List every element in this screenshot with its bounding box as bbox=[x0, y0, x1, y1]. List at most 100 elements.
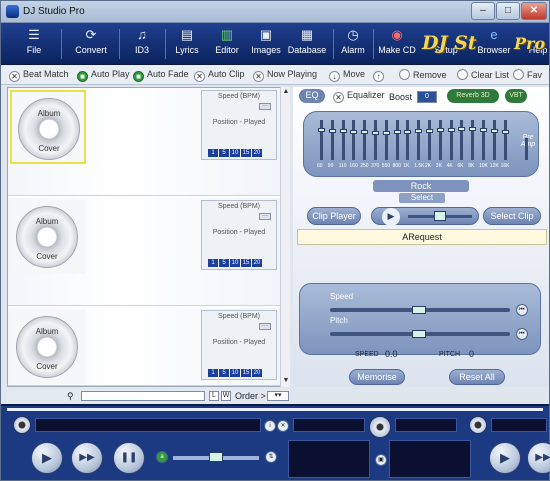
eq-band-slider[interactable] bbox=[320, 120, 323, 160]
search-icon[interactable]: ⚲ bbox=[67, 391, 74, 402]
step-button[interactable]: 1 bbox=[208, 259, 218, 267]
maximize-button[interactable]: □ bbox=[496, 2, 520, 20]
deck-scrollbar[interactable]: ▲ ▼ bbox=[280, 87, 290, 387]
clip-play-icon[interactable]: ▶ bbox=[382, 208, 400, 226]
step-button[interactable]: 10 bbox=[230, 259, 240, 267]
deck-b-play-button[interactable]: ▶ bbox=[489, 442, 521, 474]
minimize-button[interactable]: – bbox=[471, 2, 495, 20]
step-button[interactable]: 20 bbox=[252, 369, 262, 377]
step-button[interactable]: 5 bbox=[219, 369, 229, 377]
eq-band-slider[interactable] bbox=[374, 120, 377, 160]
toolbar-database[interactable]: ▦ Database bbox=[287, 25, 327, 63]
eq-band-knob[interactable] bbox=[501, 130, 509, 134]
eq-band-knob[interactable] bbox=[469, 127, 477, 131]
eq-band-slider[interactable] bbox=[384, 120, 388, 160]
toolbar-editor[interactable]: ▥ Editor bbox=[211, 25, 243, 63]
eq-band-knob[interactable] bbox=[490, 129, 498, 133]
eq-band-knob[interactable] bbox=[480, 128, 487, 132]
position-track[interactable] bbox=[7, 408, 543, 411]
deck-a-sync-icon[interactable]: ⇅ bbox=[265, 451, 277, 463]
step-button[interactable]: 15 bbox=[241, 259, 251, 267]
toolbar-alarm[interactable]: ◷ Alarm bbox=[339, 25, 367, 63]
fav-button[interactable]: Fav bbox=[513, 69, 542, 81]
remove-button[interactable]: Remove bbox=[399, 69, 447, 81]
eq-band-slider[interactable] bbox=[417, 120, 421, 160]
deck-row[interactable]: Album Cover Speed (BPM) ··· Position - Pl… bbox=[8, 198, 289, 306]
eq-band-knob[interactable] bbox=[404, 130, 412, 134]
eq-band-knob[interactable] bbox=[339, 129, 347, 133]
pitch-knob[interactable] bbox=[412, 330, 426, 338]
speed-knob[interactable] bbox=[412, 306, 426, 314]
speed-reset-icon[interactable]: ⏮ bbox=[516, 304, 528, 316]
step-button[interactable]: 15 bbox=[241, 149, 251, 157]
deck-b-forward-button[interactable]: ▶▶ bbox=[527, 442, 550, 474]
pitch-reset-icon[interactable]: ⏮ bbox=[516, 328, 528, 340]
eq-band-knob[interactable] bbox=[415, 129, 423, 133]
request-field[interactable]: ARequest bbox=[297, 229, 547, 245]
eq-band-slider[interactable] bbox=[503, 120, 507, 160]
eq-band-knob[interactable] bbox=[372, 131, 379, 135]
eq-band-slider[interactable] bbox=[330, 120, 334, 160]
eq-band-slider[interactable] bbox=[363, 120, 367, 160]
eq-band-knob[interactable] bbox=[328, 129, 336, 133]
w-button[interactable]: W bbox=[221, 391, 231, 401]
auto-clip-option[interactable]: ✕ Auto Clip bbox=[194, 69, 245, 82]
close-button[interactable]: ✕ bbox=[521, 2, 547, 20]
preset-select-button[interactable]: Select bbox=[399, 193, 445, 203]
vbt-button[interactable]: VBT bbox=[505, 89, 527, 103]
eq-band-knob[interactable] bbox=[382, 131, 390, 135]
deck-a-close-icon[interactable]: ✕ bbox=[277, 420, 289, 432]
move-button[interactable]: ↓ Move bbox=[329, 69, 365, 82]
step-button[interactable]: 10 bbox=[230, 369, 240, 377]
crossfade-button[interactable]: ▣ bbox=[375, 454, 387, 466]
preamp-slider[interactable] bbox=[525, 138, 528, 160]
step-button[interactable]: 1 bbox=[208, 149, 218, 157]
reset-all-button[interactable]: Reset All bbox=[449, 369, 505, 385]
step-button[interactable]: 10 bbox=[230, 149, 240, 157]
deck-a-disc-icon[interactable] bbox=[13, 416, 31, 434]
l-button[interactable]: L bbox=[209, 391, 219, 401]
order-label[interactable]: Order > bbox=[235, 391, 266, 401]
toolbar-lyrics[interactable]: ▤ Lyrics bbox=[171, 25, 203, 63]
toolbar-convert[interactable]: ⟳ Convert bbox=[69, 25, 113, 63]
toolbar-browser[interactable]: e Browser bbox=[477, 25, 511, 63]
eq-band-slider[interactable] bbox=[460, 120, 464, 160]
eq-band-slider[interactable] bbox=[341, 120, 345, 160]
eq-band-slider[interactable] bbox=[352, 120, 356, 160]
eq-band-knob[interactable] bbox=[458, 127, 466, 131]
clip-slider-knob[interactable] bbox=[434, 211, 446, 221]
step-button[interactable]: 5 bbox=[219, 149, 229, 157]
now-playing-option[interactable]: ✕ Now Playing bbox=[253, 69, 317, 82]
album-cover[interactable]: Album Cover bbox=[10, 310, 86, 384]
eq-band-slider[interactable] bbox=[471, 120, 475, 160]
equalizer-toggle[interactable]: ✕ Equalizer bbox=[333, 90, 385, 103]
auto-fade-option[interactable]: ■ Auto Fade bbox=[133, 69, 189, 82]
deck-a-lock-icon[interactable]: a bbox=[156, 451, 168, 463]
toolbar-make-cd[interactable]: ◉ Make CD bbox=[377, 25, 417, 63]
crossfader-disc-icon[interactable] bbox=[369, 416, 391, 438]
auto-play-option[interactable]: ■ Auto Play bbox=[77, 69, 130, 82]
step-button[interactable]: 5 bbox=[219, 259, 229, 267]
deck-a-info-icon[interactable]: i bbox=[264, 420, 276, 432]
deck-row[interactable]: Album Cover Speed (BPM) ··· Position - Pl… bbox=[8, 308, 289, 386]
move-up-button[interactable]: ↑ bbox=[373, 69, 387, 82]
deck-a-pitch-knob[interactable] bbox=[209, 452, 223, 462]
eq-band-slider[interactable] bbox=[492, 120, 496, 160]
eq-band-knob[interactable] bbox=[318, 128, 325, 132]
scroll-up-icon[interactable]: ▲ bbox=[281, 87, 291, 97]
more-icon[interactable]: ··· bbox=[259, 323, 271, 330]
clear-list-button[interactable]: Clear List bbox=[457, 69, 509, 81]
eq-band-slider[interactable] bbox=[482, 120, 485, 160]
select-clip-button[interactable]: Select Clip bbox=[483, 207, 541, 225]
deck-b-disc-icon[interactable] bbox=[469, 416, 487, 434]
eq-band-knob[interactable] bbox=[350, 130, 358, 134]
step-button[interactable]: 15 bbox=[241, 369, 251, 377]
more-icon[interactable]: ··· bbox=[259, 213, 271, 220]
eq-band-knob[interactable] bbox=[436, 128, 444, 132]
eq-band-slider[interactable] bbox=[428, 120, 431, 160]
clip-player-button[interactable]: Clip Player bbox=[307, 207, 361, 225]
toolbar-file[interactable]: ☰ File bbox=[15, 25, 53, 63]
boost-value[interactable]: 0 bbox=[417, 91, 437, 103]
memorise-button[interactable]: Memorise bbox=[349, 369, 405, 385]
toolbar-id3[interactable]: ♫ ID3 bbox=[125, 25, 159, 63]
